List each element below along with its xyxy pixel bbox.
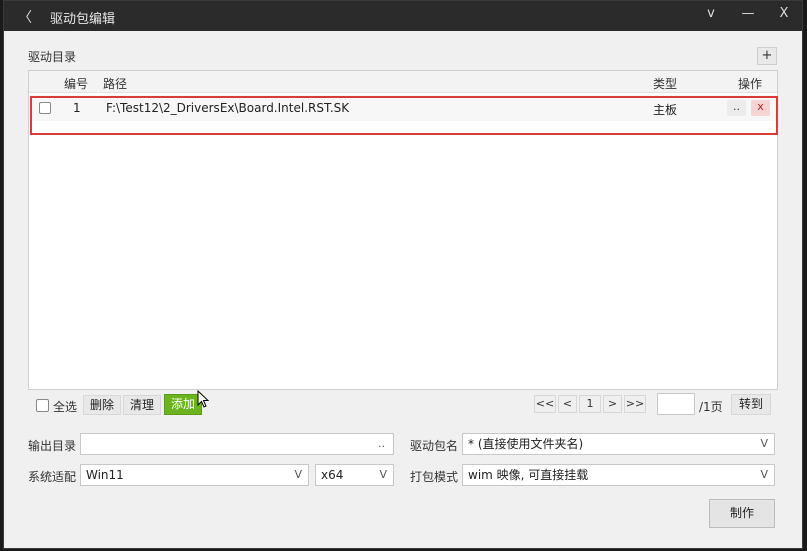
back-icon[interactable]: 〈 — [18, 7, 32, 27]
row-path: F:\Test12\2_DriversEx\Board.Intel.RST.SK — [106, 101, 350, 115]
package-name-label: 驱动包名 — [410, 439, 459, 453]
goto-page-button[interactable]: 转到 — [731, 394, 771, 415]
os-value: Win11 — [86, 468, 124, 482]
column-header-path[interactable]: 路径 — [103, 75, 127, 92]
row-index: 1 — [73, 101, 81, 115]
os-select[interactable]: Win11 V — [80, 464, 309, 486]
chevron-down-icon: V — [760, 437, 768, 450]
row-remove-button[interactable]: x — [751, 100, 770, 116]
title-bar: 〈 驱动包编辑 v — X — [4, 1, 802, 31]
prev-page-button[interactable]: < — [558, 395, 577, 413]
total-pages-label: /1页 — [699, 400, 723, 414]
first-page-button[interactable]: << — [534, 395, 556, 413]
add-directory-button[interactable]: + — [757, 47, 777, 65]
output-dir-label: 输出目录 — [28, 439, 77, 453]
chevron-down-icon: V — [379, 468, 387, 481]
column-header-actions: 操作 — [738, 77, 763, 91]
package-name-value: * (直接使用文件夹名) — [468, 437, 584, 451]
chevron-down-icon: V — [760, 468, 768, 481]
os-label: 系统适配 — [28, 470, 77, 484]
select-all-label[interactable]: 全选 — [53, 398, 77, 415]
make-button[interactable]: 制作 — [709, 499, 775, 528]
pack-mode-select[interactable]: wim 映像, 可直接挂载 V — [462, 464, 775, 486]
row-browse-button[interactable]: .. — [727, 100, 746, 116]
output-dir-input[interactable]: .. — [80, 433, 394, 455]
table-row[interactable]: 1 F:\Test12\2_DriversEx\Board.Intel.RST.… — [29, 95, 777, 121]
select-all-checkbox[interactable] — [36, 399, 49, 412]
chevron-down-icon[interactable]: v — [701, 6, 721, 26]
window-title: 驱动包编辑 — [50, 12, 116, 27]
page-number-input[interactable] — [657, 393, 695, 415]
clear-button[interactable]: 清理 — [123, 395, 161, 415]
driver-table: 编号 路径 类型 操作 1 F:\Test12\2_DriversEx\Boar… — [28, 70, 778, 390]
mouse-cursor-icon — [197, 390, 209, 408]
row-type: 主板 — [653, 103, 678, 117]
table-header: 编号 路径 类型 操作 — [29, 71, 777, 93]
next-page-button[interactable]: > — [603, 395, 622, 413]
close-button[interactable]: X — [774, 6, 794, 26]
chevron-down-icon: V — [294, 468, 302, 481]
pack-mode-value: wim 映像, 可直接挂载 — [468, 468, 589, 482]
arch-value: x64 — [321, 468, 344, 482]
column-header-index[interactable]: 编号 — [64, 75, 88, 92]
last-page-button[interactable]: >> — [624, 395, 646, 413]
column-header-type[interactable]: 类型 — [653, 75, 677, 92]
delete-button[interactable]: 删除 — [83, 395, 121, 415]
output-dir-browse-button[interactable]: .. — [378, 434, 385, 454]
minimize-button[interactable]: — — [738, 6, 758, 26]
pack-mode-label: 打包模式 — [410, 470, 459, 484]
package-name-select[interactable]: * (直接使用文件夹名) V — [462, 433, 775, 455]
row-checkbox[interactable] — [39, 102, 51, 114]
arch-select[interactable]: x64 V — [315, 464, 394, 486]
driver-package-editor-window: 〈 驱动包编辑 v — X 驱动目录 + 编号 路径 类型 操作 1 F:\Te… — [3, 0, 803, 549]
driver-directory-label: 驱动目录 — [28, 50, 77, 64]
current-page-button[interactable]: 1 — [579, 395, 601, 413]
